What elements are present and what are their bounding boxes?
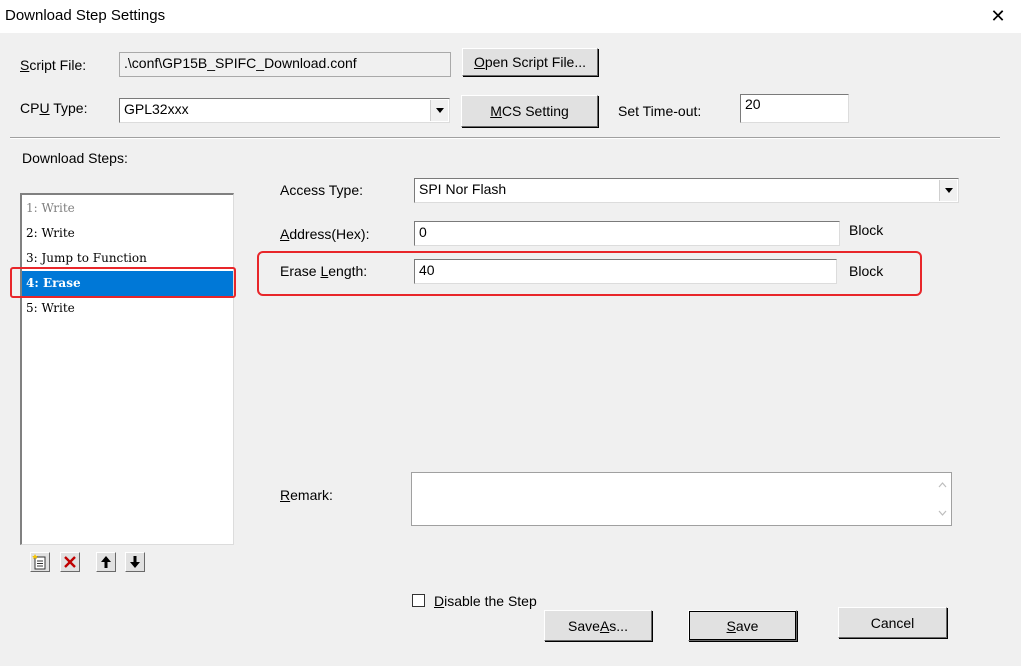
access-type-dropdown-arrow[interactable] (939, 180, 957, 201)
steps-list[interactable]: 1: Write 2: Write 3: Jump to Function 4:… (20, 193, 234, 545)
timeout-label: Set Time-out: (618, 103, 702, 119)
arrow-up-icon (101, 556, 111, 568)
list-item-selected[interactable]: 4: Erase (22, 271, 233, 296)
timeout-input[interactable]: 20 (740, 94, 849, 123)
disable-step-label: Disable the Step (434, 593, 537, 609)
script-file-label: Script File: (20, 57, 87, 73)
window-title: Download Step Settings (5, 7, 166, 24)
remark-scrollbar[interactable] (934, 473, 951, 525)
list-item[interactable]: 1: Write (22, 196, 233, 221)
chevron-down-icon (944, 188, 953, 193)
scroll-arrows-icon (938, 482, 947, 516)
save-as-button[interactable]: Save As... (544, 610, 652, 641)
access-type-select[interactable]: SPI Nor Flash (414, 178, 959, 203)
erase-length-input[interactable]: 40 (414, 259, 837, 284)
address-label: Address(Hex): (280, 226, 370, 242)
mcs-setting-button[interactable]: M CS Setting (461, 95, 598, 127)
open-script-file-button[interactable]: Open Script File... (462, 48, 598, 76)
delete-step-button[interactable] (60, 552, 80, 572)
list-item[interactable]: 3: Jump to Function (22, 246, 233, 271)
disable-step-checkbox[interactable] (412, 594, 425, 607)
address-input[interactable]: 0 (414, 221, 840, 246)
download-step-settings-dialog: Download Step Settings ✕ Script File: .\… (0, 0, 1021, 666)
delete-x-icon (64, 556, 76, 568)
cancel-button[interactable]: Cancel (838, 607, 947, 638)
chevron-down-icon (435, 108, 444, 113)
close-icon: ✕ (990, 6, 1006, 26)
new-step-icon (32, 554, 46, 570)
close-button[interactable]: ✕ (975, 0, 1021, 33)
arrow-down-icon (130, 556, 140, 568)
cpu-type-label: CPU Type: (20, 100, 88, 116)
script-file-field[interactable]: .\conf\GP15B_SPIFC_Download.conf (119, 52, 451, 77)
move-down-button[interactable] (125, 552, 145, 572)
add-step-button[interactable] (30, 552, 50, 572)
cpu-type-select[interactable]: GPL32xxx (119, 98, 450, 123)
erase-length-label: Erase Length: (280, 263, 368, 279)
remark-textarea[interactable] (411, 472, 952, 526)
access-type-label: Access Type: (280, 182, 364, 198)
download-steps-label: Download Steps: (22, 150, 128, 166)
move-up-button[interactable] (96, 552, 116, 572)
title-bar: Download Step Settings ✕ (0, 0, 1021, 33)
cpu-type-dropdown-arrow[interactable] (430, 100, 448, 121)
remark-label: Remark: (280, 487, 333, 503)
list-item[interactable]: 2: Write (22, 221, 233, 246)
address-unit: Block (849, 222, 884, 238)
save-button[interactable]: Save (688, 610, 797, 641)
separator (10, 137, 1000, 139)
list-item[interactable]: 5: Write (22, 296, 233, 321)
erase-length-unit: Block (849, 263, 884, 279)
